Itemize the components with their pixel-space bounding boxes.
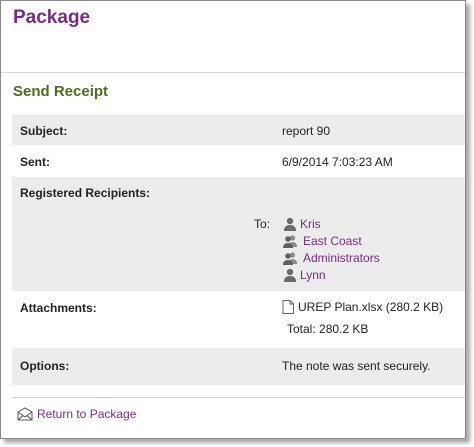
page-title: Package: [13, 7, 91, 28]
envelope-icon: [17, 407, 33, 421]
header-divider: [1, 72, 465, 73]
recipient-link-administrators[interactable]: Administrators: [303, 251, 380, 265]
group-icon: [282, 234, 298, 248]
attachments-total: Total: 280.2 KB: [287, 322, 369, 336]
subject-label: Subject:: [20, 124, 68, 138]
return-to-package[interactable]: Return to Package: [17, 407, 136, 421]
recipient-item: Kris: [282, 216, 321, 232]
sent-label: Sent:: [20, 155, 50, 169]
recipients-label: Registered Recipients:: [20, 186, 151, 200]
options-value: The note was sent securely.: [282, 359, 431, 373]
recipient-item: East Coast: [282, 233, 362, 249]
receipt-panel: Package Send Receipt Subject: report 90 …: [0, 0, 466, 439]
attachment-file: UREP Plan.xlsx (280.2 KB): [298, 300, 444, 314]
recipient-link-lynn[interactable]: Lynn: [300, 268, 326, 282]
attachment-item: UREP Plan.xlsx (280.2 KB): [282, 300, 443, 314]
options-row: Options: The note was sent securely.: [12, 348, 465, 385]
document-icon: [282, 300, 294, 314]
sent-row: Sent: 6/9/2014 7:03:23 AM: [12, 146, 465, 176]
return-link[interactable]: Return to Package: [37, 407, 136, 421]
recipient-link-east-coast[interactable]: East Coast: [303, 234, 362, 248]
subject-value: report 90: [282, 124, 331, 138]
recipient-item: Administrators: [282, 250, 380, 266]
to-label: To:: [254, 217, 271, 231]
subject-row: Subject: report 90: [12, 115, 465, 145]
section-title: Send Receipt: [13, 83, 109, 100]
user-icon: [282, 217, 298, 231]
recipient-link-kris[interactable]: Kris: [300, 217, 321, 231]
footer-divider: [12, 397, 465, 398]
attachments-row: Attachments: UREP Plan.xlsx (280.2 KB) T…: [12, 292, 465, 347]
recipients-row: Registered Recipients: To: Kris East Coa…: [12, 177, 465, 291]
options-label: Options:: [20, 359, 70, 373]
user-icon: [282, 268, 298, 282]
group-icon: [282, 251, 298, 265]
sent-value: 6/9/2014 7:03:23 AM: [282, 155, 393, 169]
attachments-label: Attachments:: [20, 301, 97, 315]
recipient-item: Lynn: [282, 267, 326, 283]
